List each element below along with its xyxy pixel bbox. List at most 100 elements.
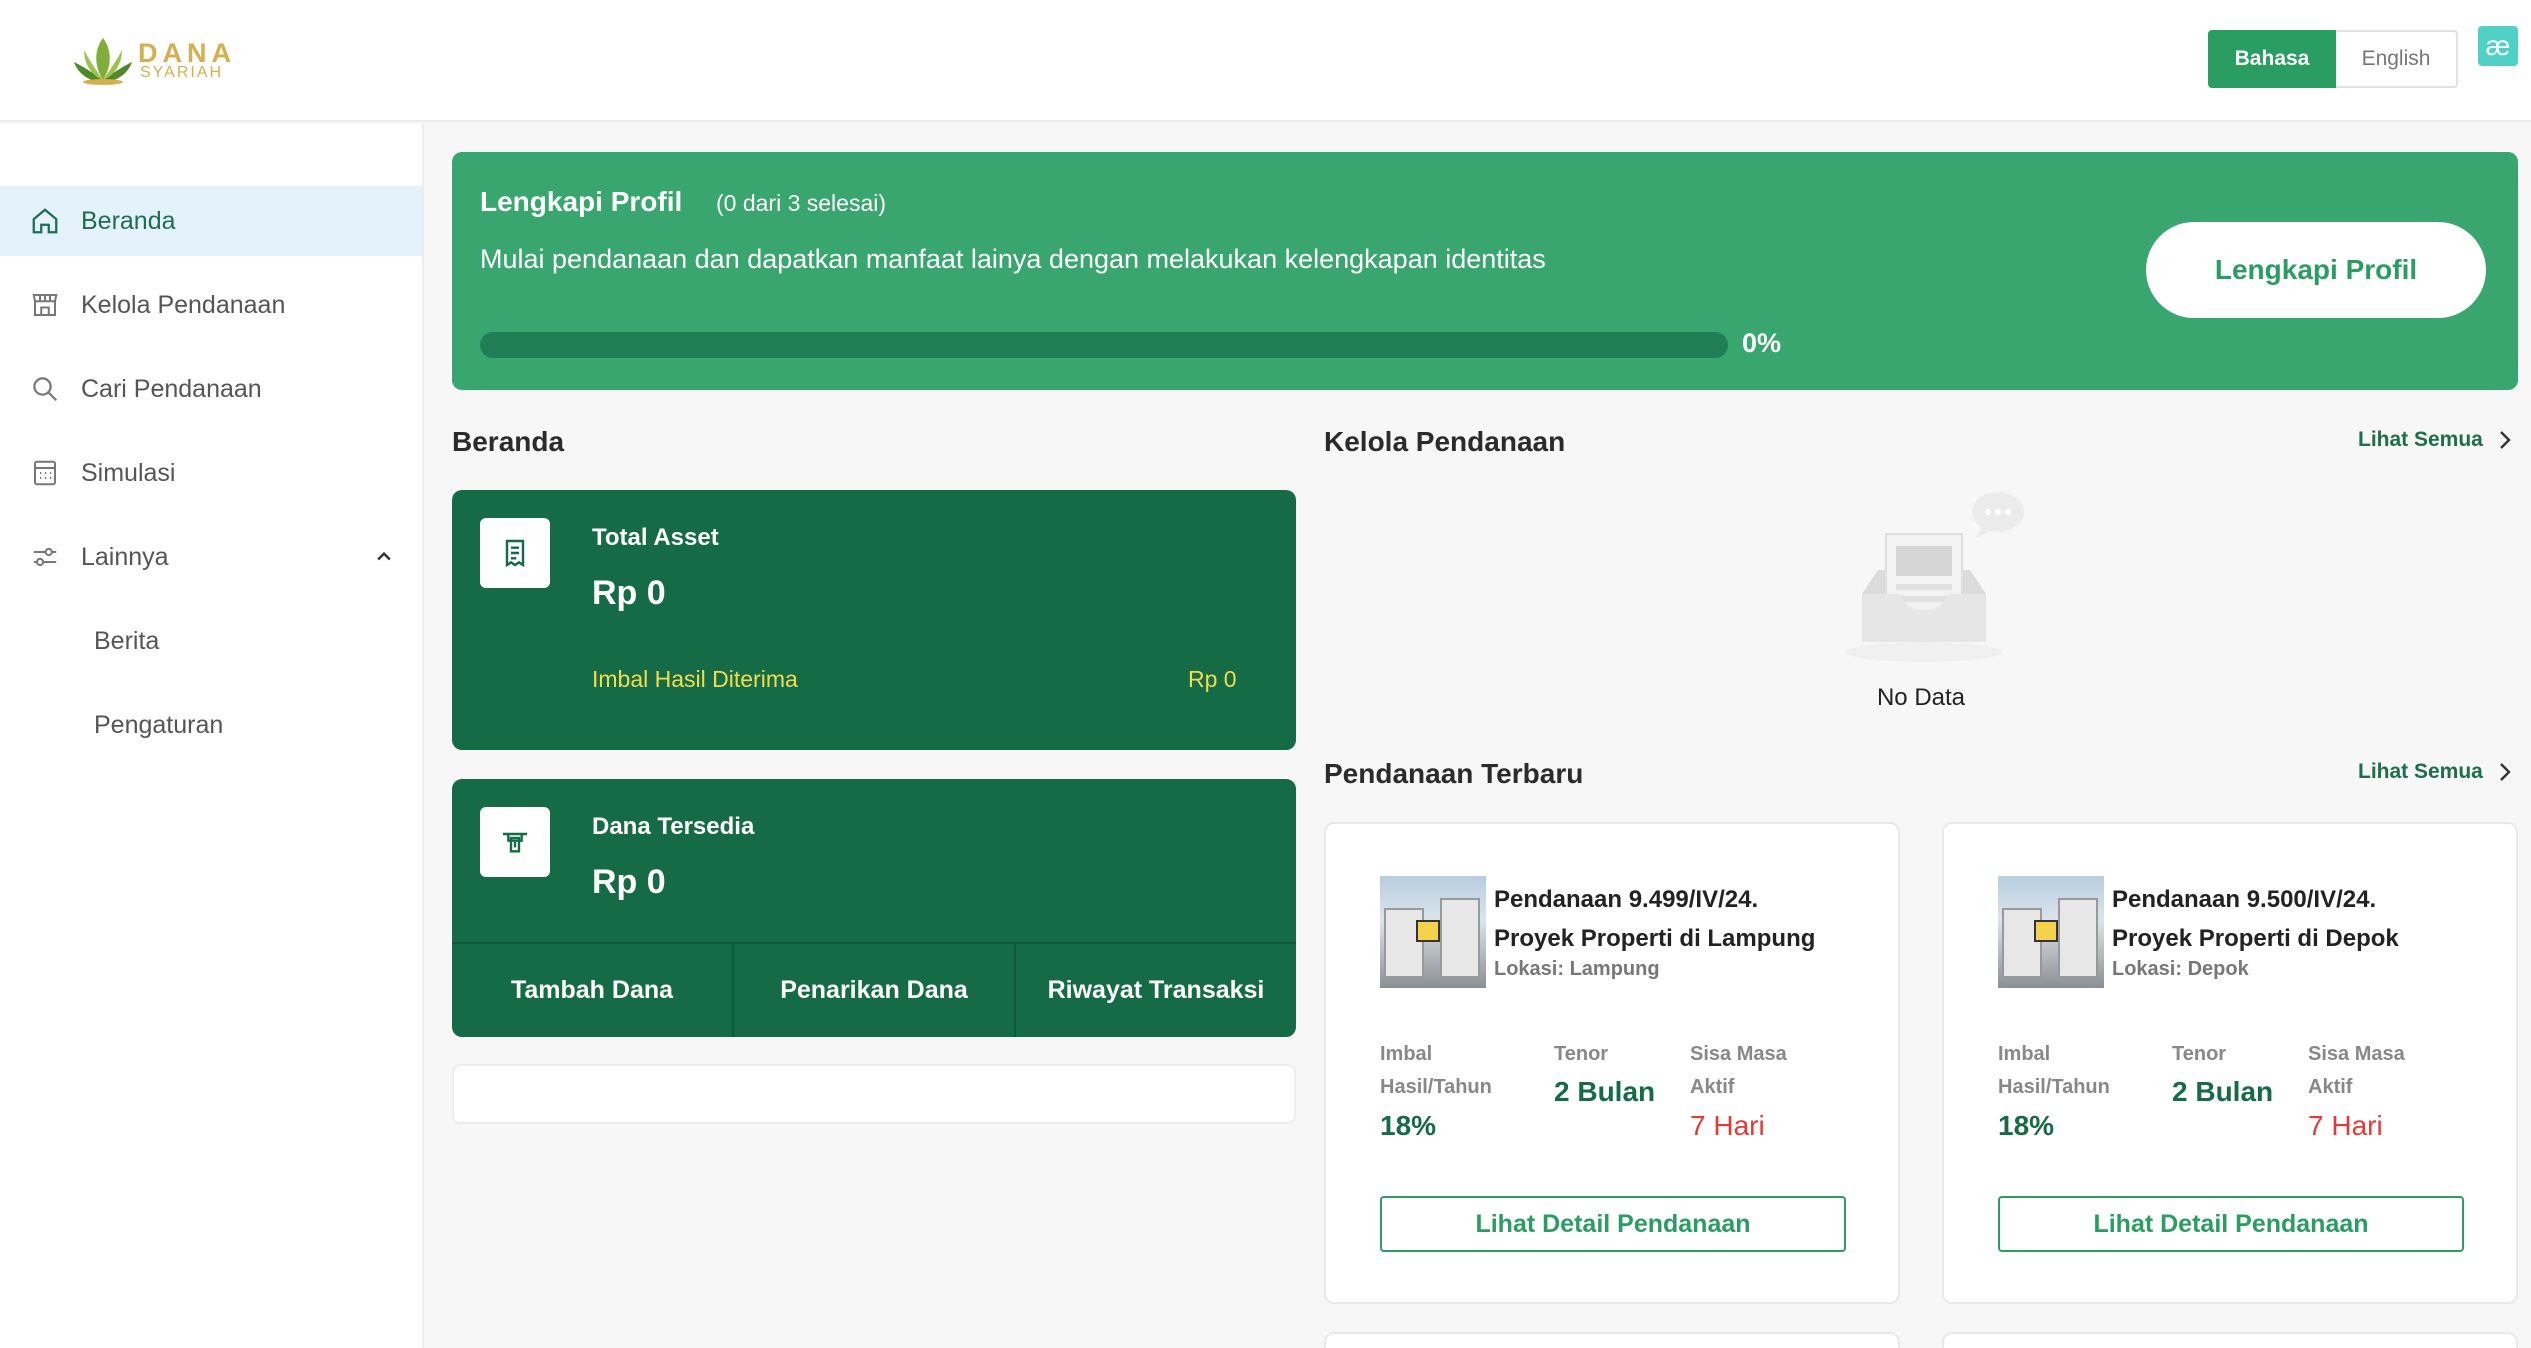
sidebar-item-label: Beranda [81, 206, 176, 235]
sisa-masa-stat-label: Sisa Masa Aktif [1690, 1038, 1787, 1104]
funding-card-partial [1942, 1332, 2518, 1348]
imbal-hasil-stat-label: Imbal Hasil/Tahun [1998, 1038, 2110, 1104]
signboard-shape [2034, 920, 2058, 942]
funding-title-line-1: Pendanaan 9.499/IV/24. [1494, 886, 1759, 913]
funding-card[interactable]: Pendanaan 9.500/IV/24. Proyek Properti d… [1942, 822, 2518, 1304]
terbaru-section-title: Pendanaan Terbaru [1324, 758, 1584, 789]
sidebar-item-kelola-pendanaan[interactable]: Kelola Pendanaan [0, 270, 422, 340]
sidebar-item-label: Berita [94, 626, 160, 655]
imbal-hasil-stat-label: Imbal Hasil/Tahun [1380, 1038, 1492, 1104]
sidebar-item-beranda[interactable]: Beranda [0, 186, 422, 256]
receipt-icon [480, 518, 550, 588]
imbal-hasil-value: Rp 0 [1188, 666, 1237, 692]
funding-title-line-1: Pendanaan 9.500/IV/24. [2112, 886, 2377, 913]
property-thumbnail [1380, 876, 1486, 988]
funding-title-line-2: Proyek Properti di Lampung [1494, 925, 1816, 952]
complete-profile-banner: Lengkapi Profil (0 dari 3 selesai) Mulai… [452, 152, 2518, 390]
house-shape [1384, 908, 1424, 978]
sidebar-item-lainnya[interactable]: Lainnya [0, 522, 422, 592]
stat-label-line: Hasil/Tahun [1998, 1076, 2110, 1098]
funding-location: Lokasi: Lampung [1494, 958, 1660, 980]
stat-label-line: Sisa Masa [1690, 1043, 1787, 1065]
language-switch: Bahasa English [2208, 30, 2458, 88]
view-funding-detail-button[interactable]: Lihat Detail Pendanaan [1380, 1196, 1846, 1252]
funding-title: Pendanaan 9.499/IV/24. Proyek Properti d… [1494, 880, 1884, 958]
sidebar-item-cari-pendanaan[interactable]: Cari Pendanaan [0, 354, 422, 424]
complete-profile-button[interactable]: Lengkapi Profil [2146, 222, 2486, 318]
penarikan-dana-button[interactable]: Penarikan Dana [734, 944, 1016, 1037]
beranda-section-title: Beranda [452, 426, 565, 457]
home-icon [29, 205, 61, 237]
dana-actions-bar: Tambah Dana Penarikan Dana Riwayat Trans… [452, 942, 1296, 1037]
property-thumbnail [1998, 876, 2104, 988]
dana-syariah-logo[interactable]: DANA SYARIAH [72, 34, 232, 90]
tenor-stat-value: 2 Bulan [2172, 1076, 2274, 1107]
funding-card-partial [1324, 1332, 1900, 1348]
top-header: DANA SYARIAH Bahasa English æ [0, 0, 2531, 122]
house-shape [2002, 908, 2042, 978]
sidebar-item-pengaturan[interactable]: Pengaturan [0, 690, 422, 760]
stat-label-line: Aktif [2308, 1076, 2353, 1098]
tenor-stat-label: Tenor [2172, 1043, 2227, 1065]
sidebar-item-berita[interactable]: Berita [0, 606, 422, 676]
funding-card[interactable]: Pendanaan 9.499/IV/24. Proyek Properti d… [1324, 822, 1900, 1304]
search-icon [29, 373, 61, 405]
chevron-up-icon[interactable] [374, 547, 394, 567]
lang-bahasa-button[interactable]: Bahasa [2208, 30, 2336, 88]
imbal-hasil-stat-value: 18% [1380, 1110, 1437, 1141]
chevron-right-icon [2500, 763, 2511, 781]
tenor-stat-value: 2 Bulan [1554, 1076, 1656, 1107]
stat-label-line: Aktif [1690, 1076, 1735, 1098]
house-shape [1440, 898, 1480, 978]
empty-placeholder-card [452, 1064, 1296, 1124]
sidebar-item-label: Cari Pendanaan [81, 374, 262, 403]
total-asset-label: Total Asset [592, 524, 719, 551]
funding-title-line-2: Proyek Properti di Depok [2112, 925, 2399, 952]
kelola-section-title: Kelola Pendanaan [1324, 426, 1566, 457]
house-shape [2058, 898, 2098, 978]
see-all-label: Lihat Semua [2358, 760, 2483, 783]
atm-withdraw-icon [480, 807, 550, 877]
banner-progress-count: (0 dari 3 selesai) [716, 190, 887, 216]
total-asset-card: Total Asset Rp 0 Imbal Hasil Diterima Rp… [452, 490, 1296, 750]
stat-label-line: Hasil/Tahun [1380, 1076, 1492, 1098]
dana-tersedia-label: Dana Tersedia [592, 813, 755, 840]
lang-english-button[interactable]: English [2336, 30, 2458, 88]
calculator-icon [29, 457, 61, 489]
riwayat-transaksi-button[interactable]: Riwayat Transaksi [1016, 944, 1296, 1037]
store-icon [29, 289, 61, 321]
stat-label-line: Imbal [1380, 1043, 1433, 1065]
stat-label-line: Imbal [1998, 1043, 2051, 1065]
imbal-hasil-label: Imbal Hasil Diterima [592, 666, 798, 692]
empty-inbox-icon [1846, 492, 2024, 662]
logo-text-syariah: SYARIAH [140, 64, 224, 81]
ae-extension-icon[interactable]: æ [2478, 26, 2518, 66]
profile-progress-percent: 0% [1742, 328, 1782, 358]
total-asset-value: Rp 0 [592, 574, 666, 612]
sidebar-item-simulasi[interactable]: Simulasi [0, 438, 422, 508]
banner-description: Mulai pendanaan dan dapatkan manfaat lai… [480, 244, 1546, 274]
terbaru-see-all-link[interactable]: Lihat Semua [2358, 760, 2513, 784]
chevron-right-icon [2500, 431, 2511, 449]
signboard-shape [1416, 920, 1440, 942]
lotus-logo-icon [74, 38, 132, 85]
sidebar-item-label: Simulasi [81, 458, 176, 487]
sidebar-item-label: Kelola Pendanaan [81, 290, 286, 319]
kelola-see-all-link[interactable]: Lihat Semua [2358, 428, 2513, 452]
view-funding-detail-button[interactable]: Lihat Detail Pendanaan [1998, 1196, 2464, 1252]
tambah-dana-button[interactable]: Tambah Dana [452, 944, 734, 1037]
sidebar: Beranda Kelola Pendanaan Cari Pendanaan … [0, 124, 424, 1348]
stat-label-line: Sisa Masa [2308, 1043, 2405, 1065]
dana-tersedia-card: Dana Tersedia Rp 0 Tambah Dana Penarikan… [452, 779, 1296, 1037]
sidebar-item-label: Pengaturan [94, 710, 224, 739]
funding-location: Lokasi: Depok [2112, 958, 2249, 980]
sliders-icon [29, 541, 61, 573]
sisa-masa-stat-label: Sisa Masa Aktif [2308, 1038, 2405, 1104]
no-data-text: No Data [1876, 684, 1966, 711]
banner-title: Lengkapi Profil [480, 186, 683, 217]
funding-title: Pendanaan 9.500/IV/24. Proyek Properti d… [2112, 880, 2502, 958]
sisa-masa-stat-value: 7 Hari [1690, 1110, 1765, 1141]
see-all-label: Lihat Semua [2358, 428, 2483, 451]
imbal-hasil-stat-value: 18% [1998, 1110, 2055, 1141]
sisa-masa-stat-value: 7 Hari [2308, 1110, 2383, 1141]
